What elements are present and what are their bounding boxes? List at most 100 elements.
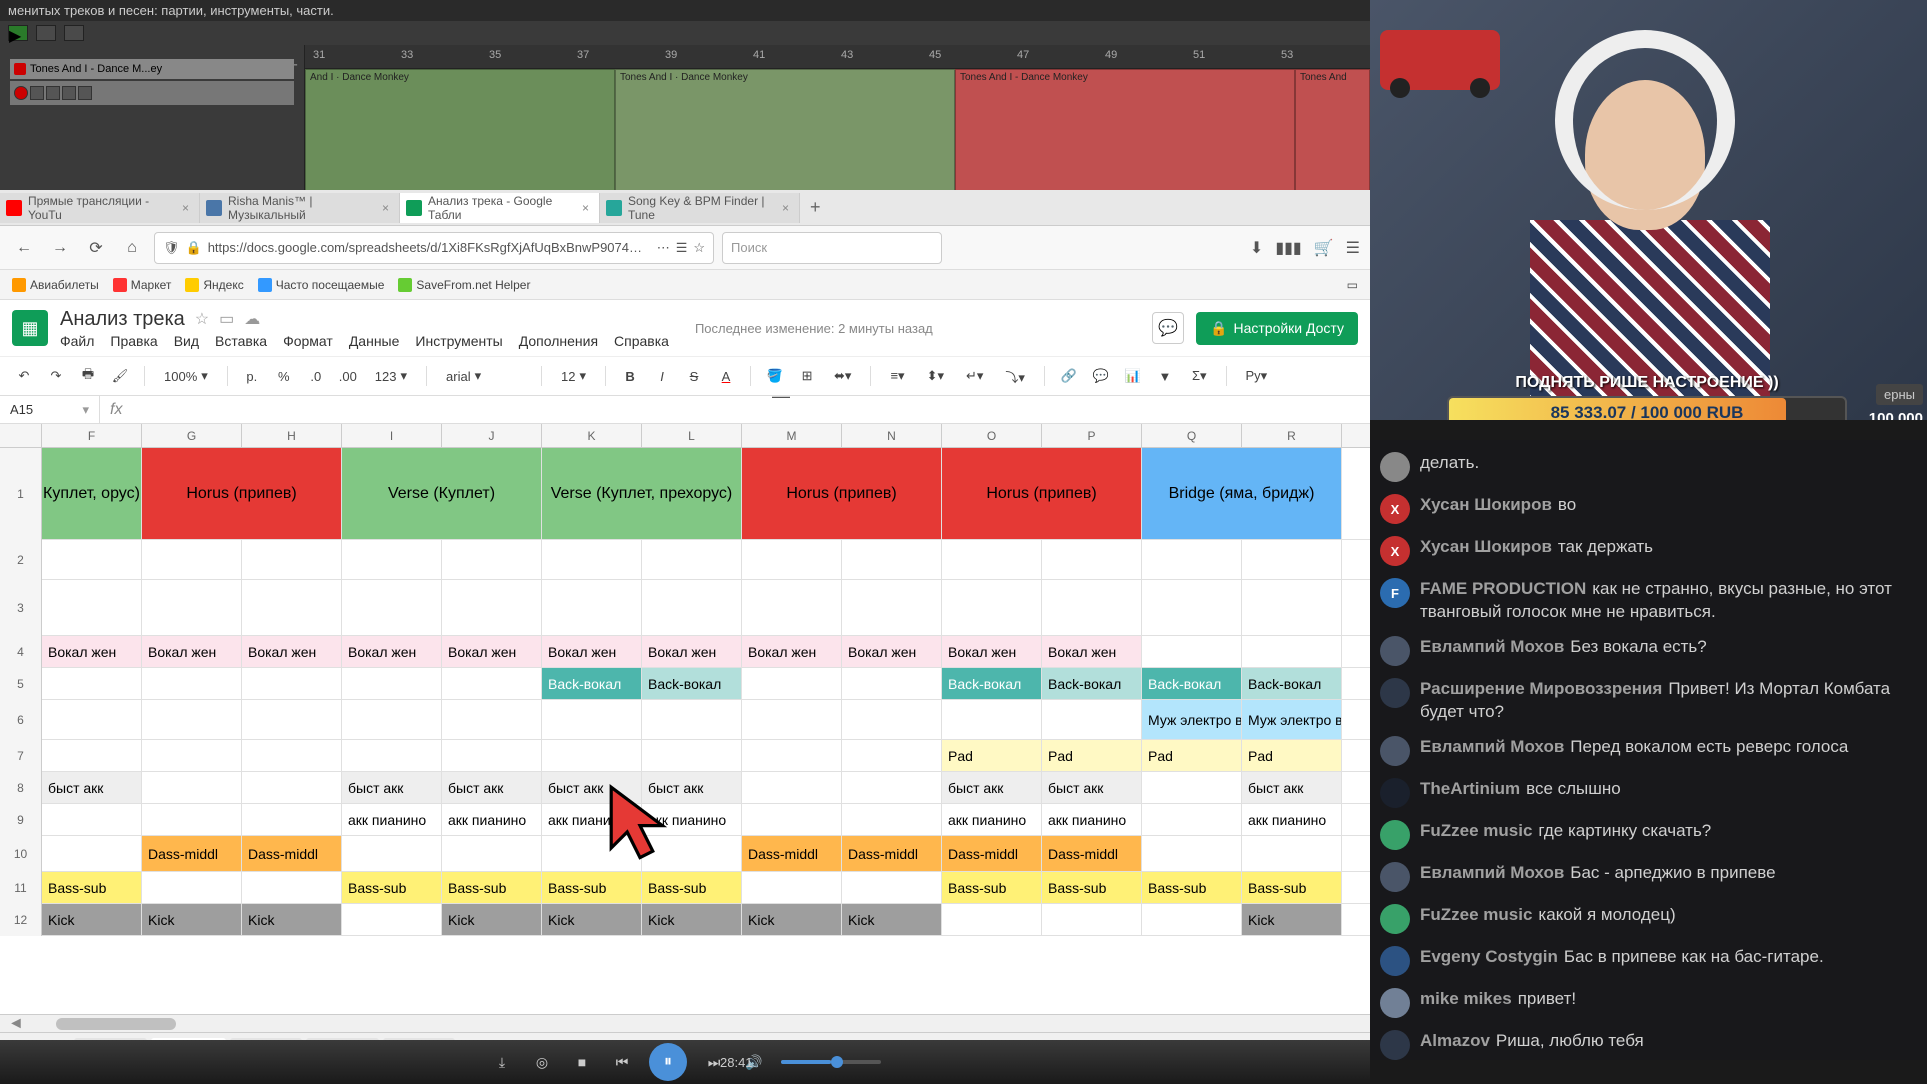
cell[interactable] bbox=[342, 540, 442, 579]
close-icon[interactable]: × bbox=[182, 201, 189, 215]
cell[interactable]: Horus (припев) bbox=[942, 448, 1142, 539]
bookmark-item[interactable]: Яндекс bbox=[185, 278, 243, 292]
cell[interactable] bbox=[642, 700, 742, 739]
italic-button[interactable]: I bbox=[650, 364, 674, 388]
bold-button[interactable]: B bbox=[618, 364, 642, 388]
cell[interactable] bbox=[942, 580, 1042, 635]
bookmark-star-icon[interactable]: ☆ bbox=[693, 240, 705, 256]
select-all-corner[interactable] bbox=[0, 424, 42, 447]
star-icon[interactable]: ☆ bbox=[195, 309, 209, 329]
cell[interactable]: Вокал жен bbox=[1042, 636, 1142, 667]
cell[interactable] bbox=[1142, 636, 1242, 667]
column-header[interactable]: N bbox=[842, 424, 942, 447]
cell[interactable] bbox=[242, 540, 342, 579]
horizontal-scrollbar[interactable]: ◄ bbox=[0, 1014, 1370, 1032]
cell[interactable]: Bass-sub bbox=[642, 872, 742, 903]
cell[interactable] bbox=[942, 700, 1042, 739]
row-header[interactable]: 3 bbox=[0, 580, 42, 636]
redo-button[interactable]: ↷ bbox=[44, 364, 68, 388]
daw-stop-button[interactable] bbox=[36, 25, 56, 41]
cell[interactable]: Back-вокал bbox=[542, 668, 642, 699]
column-header[interactable]: R bbox=[1242, 424, 1342, 447]
cell[interactable]: Муж электро вокал bbox=[1142, 700, 1242, 739]
cell[interactable] bbox=[542, 740, 642, 771]
cell[interactable]: Kick bbox=[442, 904, 542, 935]
currency-button[interactable]: р. bbox=[240, 364, 264, 388]
cell[interactable] bbox=[242, 740, 342, 771]
cell[interactable]: Horus (припев) bbox=[142, 448, 342, 539]
cell[interactable] bbox=[1142, 540, 1242, 579]
cell[interactable] bbox=[742, 580, 842, 635]
reader-icon[interactable]: ☰ bbox=[676, 240, 688, 256]
cell[interactable] bbox=[342, 580, 442, 635]
cell[interactable] bbox=[942, 540, 1042, 579]
cell[interactable]: Pad bbox=[942, 740, 1042, 771]
row-header[interactable]: 9 bbox=[0, 804, 42, 836]
cell[interactable]: Back-вокал bbox=[1042, 668, 1142, 699]
cell[interactable] bbox=[42, 580, 142, 635]
cell[interactable] bbox=[1142, 580, 1242, 635]
font-select[interactable]: arial ▾ bbox=[439, 367, 529, 385]
cell[interactable]: акк пианино bbox=[942, 804, 1042, 835]
zoom-select[interactable]: 100% ▾ bbox=[157, 367, 215, 385]
column-header[interactable]: K bbox=[542, 424, 642, 447]
cell[interactable]: Dass-middl bbox=[842, 836, 942, 871]
close-icon[interactable]: × bbox=[382, 201, 389, 215]
cell[interactable]: Bass-sub bbox=[542, 872, 642, 903]
percent-button[interactable]: % bbox=[272, 364, 296, 388]
cell[interactable] bbox=[742, 872, 842, 903]
column-header[interactable]: P bbox=[1042, 424, 1142, 447]
audio-clip[interactable]: Tones And bbox=[1295, 69, 1370, 200]
bookmarks-overflow-icon[interactable]: ▭ bbox=[1347, 278, 1358, 292]
search-input[interactable]: Поиск bbox=[722, 232, 942, 264]
player-pause-button[interactable]: ⏸ bbox=[649, 1043, 687, 1081]
track-rec-button[interactable] bbox=[14, 86, 28, 100]
rotate-button[interactable]: ⤵▾ bbox=[998, 366, 1032, 387]
cell[interactable]: Kick bbox=[742, 904, 842, 935]
cell[interactable]: Bass-sub bbox=[942, 872, 1042, 903]
cell[interactable] bbox=[642, 836, 742, 871]
cell[interactable]: Horus (припев) bbox=[742, 448, 942, 539]
cell[interactable] bbox=[1142, 836, 1242, 871]
cell[interactable] bbox=[342, 904, 442, 935]
cell[interactable] bbox=[42, 540, 142, 579]
link-button[interactable]: 🔗 bbox=[1057, 364, 1081, 388]
cell[interactable] bbox=[842, 804, 942, 835]
wrap-button[interactable]: ↵▾ bbox=[959, 367, 990, 385]
column-header[interactable]: Q bbox=[1142, 424, 1242, 447]
print-button[interactable]: 🖶 bbox=[76, 364, 100, 388]
cell[interactable]: акк пианино bbox=[1042, 804, 1142, 835]
home-button[interactable]: ⌂ bbox=[118, 234, 146, 262]
menu-item[interactable]: Данные bbox=[349, 333, 400, 349]
column-header[interactable]: I bbox=[342, 424, 442, 447]
cell[interactable]: Вокал жен bbox=[742, 636, 842, 667]
dec-increase-button[interactable]: .00 bbox=[336, 364, 360, 388]
valign-button[interactable]: ⬍▾ bbox=[920, 367, 951, 385]
text-color-button[interactable]: A bbox=[714, 364, 738, 388]
cell[interactable]: Bass-sub bbox=[342, 872, 442, 903]
row-header[interactable]: 1 bbox=[0, 448, 42, 540]
cell[interactable] bbox=[742, 540, 842, 579]
cell[interactable] bbox=[442, 668, 542, 699]
move-icon[interactable]: ▭ bbox=[219, 309, 234, 329]
cell[interactable] bbox=[1042, 580, 1142, 635]
cell[interactable] bbox=[642, 740, 742, 771]
cell[interactable] bbox=[142, 772, 242, 803]
cell[interactable]: Dass-middl bbox=[942, 836, 1042, 871]
cell[interactable] bbox=[1042, 904, 1142, 935]
cell[interactable] bbox=[742, 804, 842, 835]
row-header[interactable]: 11 bbox=[0, 872, 42, 904]
cell[interactable] bbox=[1042, 700, 1142, 739]
row-header[interactable]: 8 bbox=[0, 772, 42, 804]
menu-icon[interactable]: ☰ bbox=[1346, 238, 1360, 258]
cell[interactable] bbox=[842, 540, 942, 579]
cell[interactable] bbox=[1142, 904, 1242, 935]
reload-button[interactable]: ⟳ bbox=[82, 234, 110, 262]
cell[interactable] bbox=[1142, 804, 1242, 835]
player-prev-button[interactable]: ⏮ bbox=[609, 1049, 635, 1075]
download-icon[interactable]: ⬇ bbox=[1250, 238, 1263, 258]
cell[interactable] bbox=[142, 540, 242, 579]
cell[interactable] bbox=[442, 740, 542, 771]
cell[interactable]: Вокал жен bbox=[342, 636, 442, 667]
cell[interactable]: Dass-middl bbox=[742, 836, 842, 871]
